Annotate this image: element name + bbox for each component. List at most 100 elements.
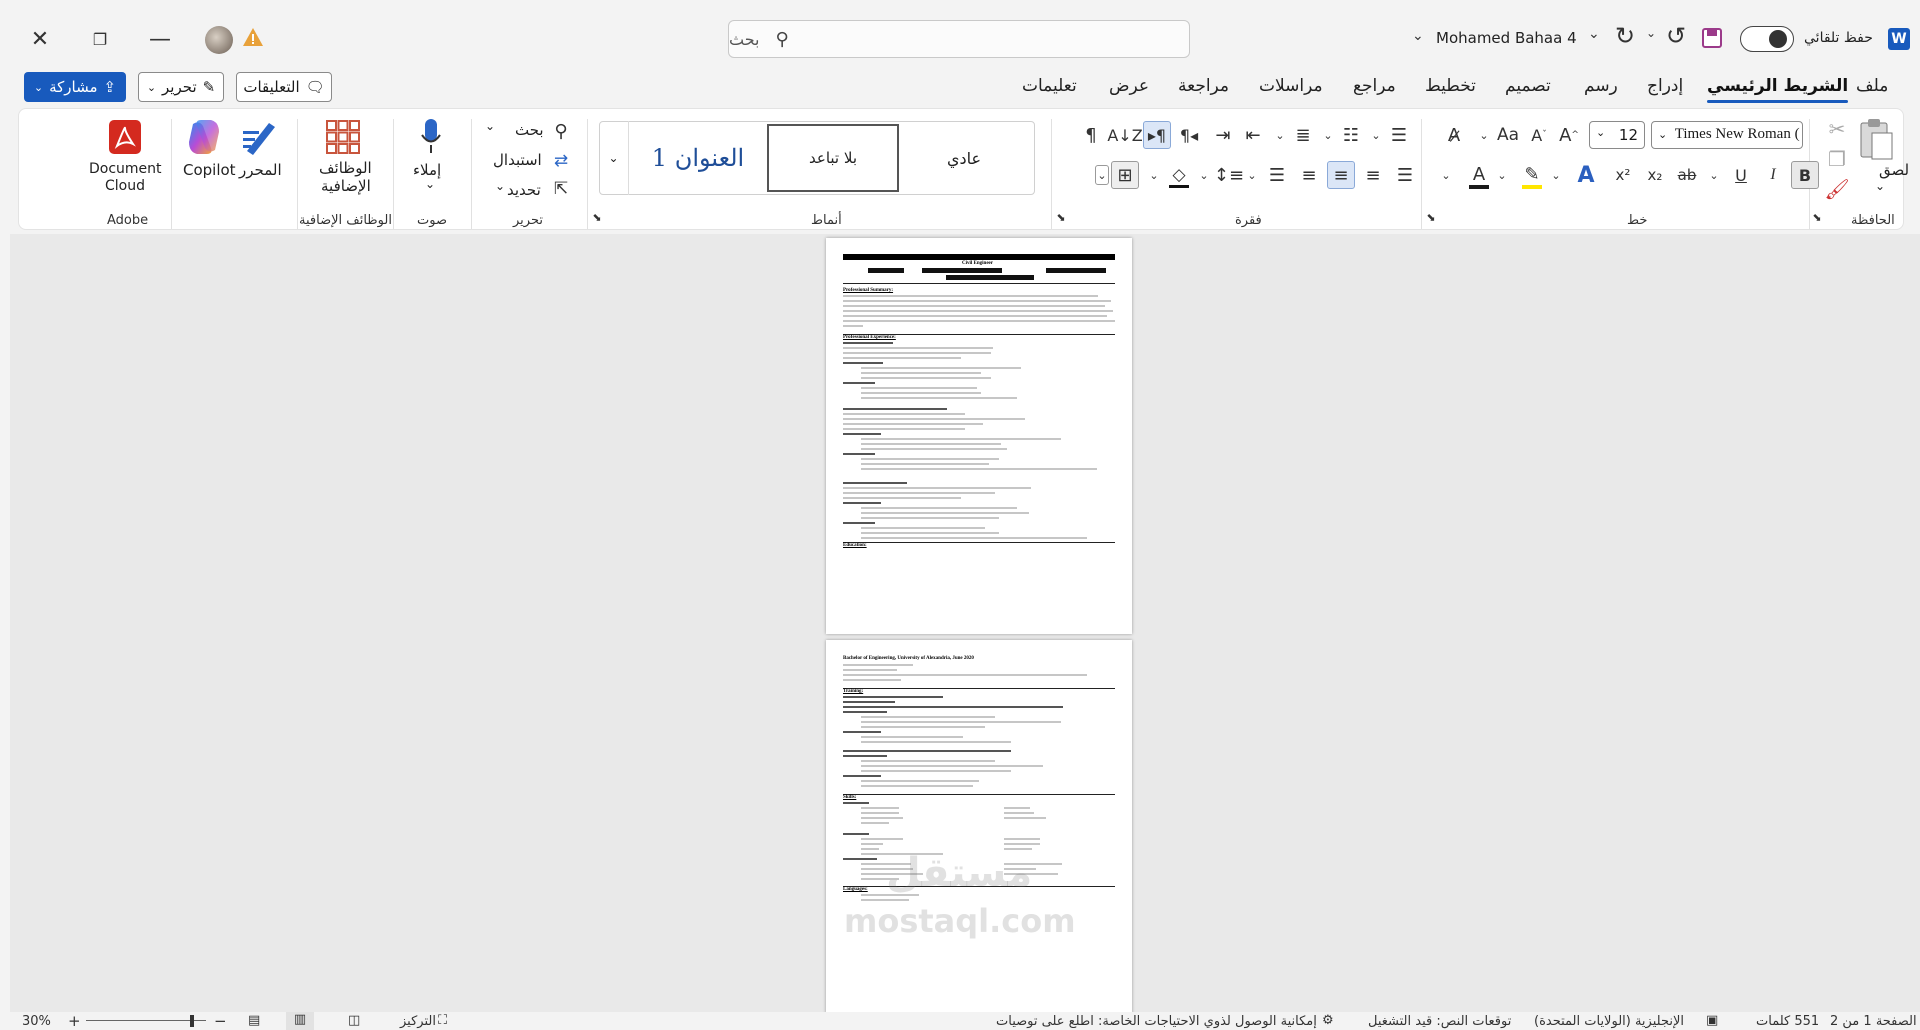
numbering-chevron-icon[interactable]: ⌄ <box>1321 123 1335 147</box>
highlight-color-icon[interactable]: ✎ <box>1517 161 1547 191</box>
increase-indent-icon[interactable]: ⇥ <box>1209 121 1237 149</box>
zoom-in-icon[interactable]: + <box>68 1012 81 1030</box>
underline-button[interactable]: U <box>1727 161 1755 189</box>
paste-chevron-icon[interactable]: ⌄ <box>1875 179 1885 193</box>
shading-chevron-icon[interactable]: ⌄ <box>1147 165 1161 185</box>
style-no-spacing[interactable]: بلا تباعد <box>767 124 899 192</box>
grow-font-icon[interactable]: A ^ <box>1555 121 1583 149</box>
page-count[interactable]: الصفحة 1 من 2 <box>1830 1014 1917 1029</box>
change-case-icon[interactable]: Aa <box>1493 121 1523 149</box>
distributed-icon[interactable]: ☰ <box>1263 161 1291 189</box>
style-normal[interactable]: عادي <box>899 123 1029 193</box>
save-icon[interactable] <box>1702 28 1722 48</box>
align-center-icon[interactable]: ≡ <box>1327 161 1355 189</box>
tab-file[interactable]: ملف <box>1856 76 1888 96</box>
qat-customize-icon[interactable]: ⌄ <box>1588 26 1600 42</box>
minimize-icon[interactable]: — <box>140 8 180 70</box>
font-launcher-icon[interactable]: ⬊ <box>1423 209 1439 225</box>
tab-design[interactable]: تصميم <box>1505 76 1551 96</box>
borders-icon[interactable]: ⊞ <box>1111 161 1139 189</box>
print-layout-icon[interactable]: ▥ <box>286 1012 314 1030</box>
document-page-2[interactable]: Bachelor of Engineering, University of A… <box>826 640 1132 1014</box>
line-spacing-icon[interactable]: ↕≡ <box>1214 161 1244 189</box>
numbering-icon[interactable]: ☷ <box>1337 121 1365 149</box>
read-mode-icon[interactable]: ◫ <box>348 1013 360 1028</box>
font-color-icon[interactable]: A <box>1465 161 1493 191</box>
tab-home[interactable]: الشريط الرئيسي <box>1707 76 1849 103</box>
copilot-icon[interactable] <box>183 117 225 157</box>
proofing-icon[interactable]: ▣ <box>1706 1013 1718 1028</box>
redo-icon[interactable]: ↻ <box>1615 22 1635 50</box>
underline-chevron-icon[interactable]: ⌄ <box>1707 165 1721 185</box>
tab-review[interactable]: مراجعة <box>1178 76 1229 96</box>
bullets-icon[interactable]: ☰ <box>1385 121 1413 149</box>
web-layout-icon[interactable]: ▤ <box>248 1013 260 1028</box>
close-icon[interactable]: ✕ <box>20 8 60 70</box>
zoom-out-icon[interactable]: − <box>214 1012 227 1030</box>
subscript-button[interactable]: x₂ <box>1641 161 1669 189</box>
bullets-chevron-icon[interactable]: ⌄ <box>1369 123 1383 147</box>
search-box[interactable]: ⚲ بحث <box>728 20 1190 58</box>
bold-button[interactable]: B <box>1791 161 1819 189</box>
language-status[interactable]: الإنجليزية (الولايات المتحدة) <box>1534 1014 1684 1029</box>
dictate-chevron-icon[interactable]: ⌄ <box>425 177 435 191</box>
paste-icon[interactable] <box>1857 117 1897 161</box>
editor-label[interactable]: المحرر <box>239 161 282 179</box>
user-name[interactable]: Mohamed Bahaa 4 <box>1436 29 1577 47</box>
copy-icon[interactable]: ❐ <box>1825 147 1849 171</box>
find-label[interactable]: بحث <box>515 121 544 139</box>
borders-chevron-icon[interactable]: ⌄ <box>1095 165 1109 185</box>
decrease-indent-icon[interactable]: ⇤ <box>1239 121 1267 149</box>
document-page-1[interactable]: Civil Engineer Professional Summary: Pro… <box>826 238 1132 634</box>
tab-view[interactable]: عرض <box>1109 76 1149 96</box>
microphone-icon[interactable] <box>415 117 447 157</box>
adobe-pdf-icon[interactable] <box>105 117 145 157</box>
document-canvas[interactable]: Civil Engineer Professional Summary: Pro… <box>10 234 1920 1014</box>
styles-launcher-icon[interactable]: ⬊ <box>589 209 605 225</box>
tab-references[interactable]: مراجع <box>1353 76 1396 96</box>
restore-icon[interactable]: ❐ <box>80 8 120 70</box>
autosave-toggle[interactable] <box>1740 26 1794 52</box>
adobe-label-line1[interactable]: Document <box>89 161 162 177</box>
ltr-paragraph-icon[interactable]: ▸¶ <box>1143 121 1171 149</box>
avatar[interactable] <box>205 26 233 54</box>
replace-icon[interactable]: ⇄ <box>549 149 573 173</box>
focus-icon[interactable]: ⛶ <box>438 1013 447 1028</box>
zoom-level[interactable]: 30% <box>22 1014 51 1029</box>
clipboard-launcher-icon[interactable]: ⬊ <box>1809 209 1825 225</box>
highlight-chevron-icon[interactable]: ⌄ <box>1549 165 1563 185</box>
share-button[interactable]: ⇪ مشاركة ⌄ <box>24 72 126 102</box>
clear-formatting-icon[interactable]: A̷ <box>1439 121 1469 149</box>
adobe-label-line2[interactable]: Cloud <box>105 178 145 194</box>
select-label[interactable]: تحديد <box>507 181 541 199</box>
multilevel-list-icon[interactable]: ≣ <box>1289 121 1317 149</box>
tab-layout[interactable]: تخطيط <box>1425 76 1476 96</box>
find-chevron-icon[interactable]: ⌄ <box>485 119 495 133</box>
font-color-chevron-icon[interactable]: ⌄ <box>1495 165 1509 185</box>
text-predictions-status[interactable]: توقعات النص: قيد التشغيل <box>1368 1014 1511 1029</box>
superscript-button[interactable]: x² <box>1609 161 1637 189</box>
case-chevron-icon[interactable]: ⌄ <box>1477 123 1491 147</box>
tab-help[interactable]: تعليمات <box>1022 76 1077 96</box>
comments-button[interactable]: 🗨 التعليقات <box>236 72 332 102</box>
style-heading1[interactable]: العنوان 1 <box>633 123 763 193</box>
word-count[interactable]: 551 كلمات <box>1756 1014 1819 1029</box>
copilot-label[interactable]: Copilot <box>183 161 236 179</box>
warning-icon[interactable] <box>242 26 264 48</box>
text-effects-icon[interactable]: A <box>1571 161 1601 189</box>
shading-icon[interactable]: ◇ <box>1165 161 1193 191</box>
find-icon[interactable]: ⚲ <box>549 119 573 143</box>
justify-icon[interactable]: ☰ <box>1391 161 1419 189</box>
strikethrough-button[interactable]: ab <box>1673 161 1701 189</box>
focus-label[interactable]: التركيز <box>400 1014 436 1029</box>
edit-mode-button[interactable]: ✎ تحرير ⌄ <box>138 72 224 102</box>
rtl-paragraph-icon[interactable]: ¶◂ <box>1175 121 1203 149</box>
tab-draw[interactable]: رسم <box>1584 76 1618 96</box>
select-chevron-icon[interactable]: ⌄ <box>495 179 505 193</box>
format-painter-icon[interactable]: 🖌 <box>1824 177 1849 201</box>
styles-scroll-buttons[interactable]: ⌄ <box>599 121 629 195</box>
accessibility-status[interactable]: إمكانية الوصول لذوي الاحتياجات الخاصة: ا… <box>996 1014 1317 1029</box>
show-marks-icon[interactable]: ¶ <box>1077 121 1105 149</box>
align-left-icon[interactable]: ≡ <box>1295 161 1323 189</box>
font-name-box[interactable]: ⌄ Times New Roman ( <box>1651 121 1803 149</box>
